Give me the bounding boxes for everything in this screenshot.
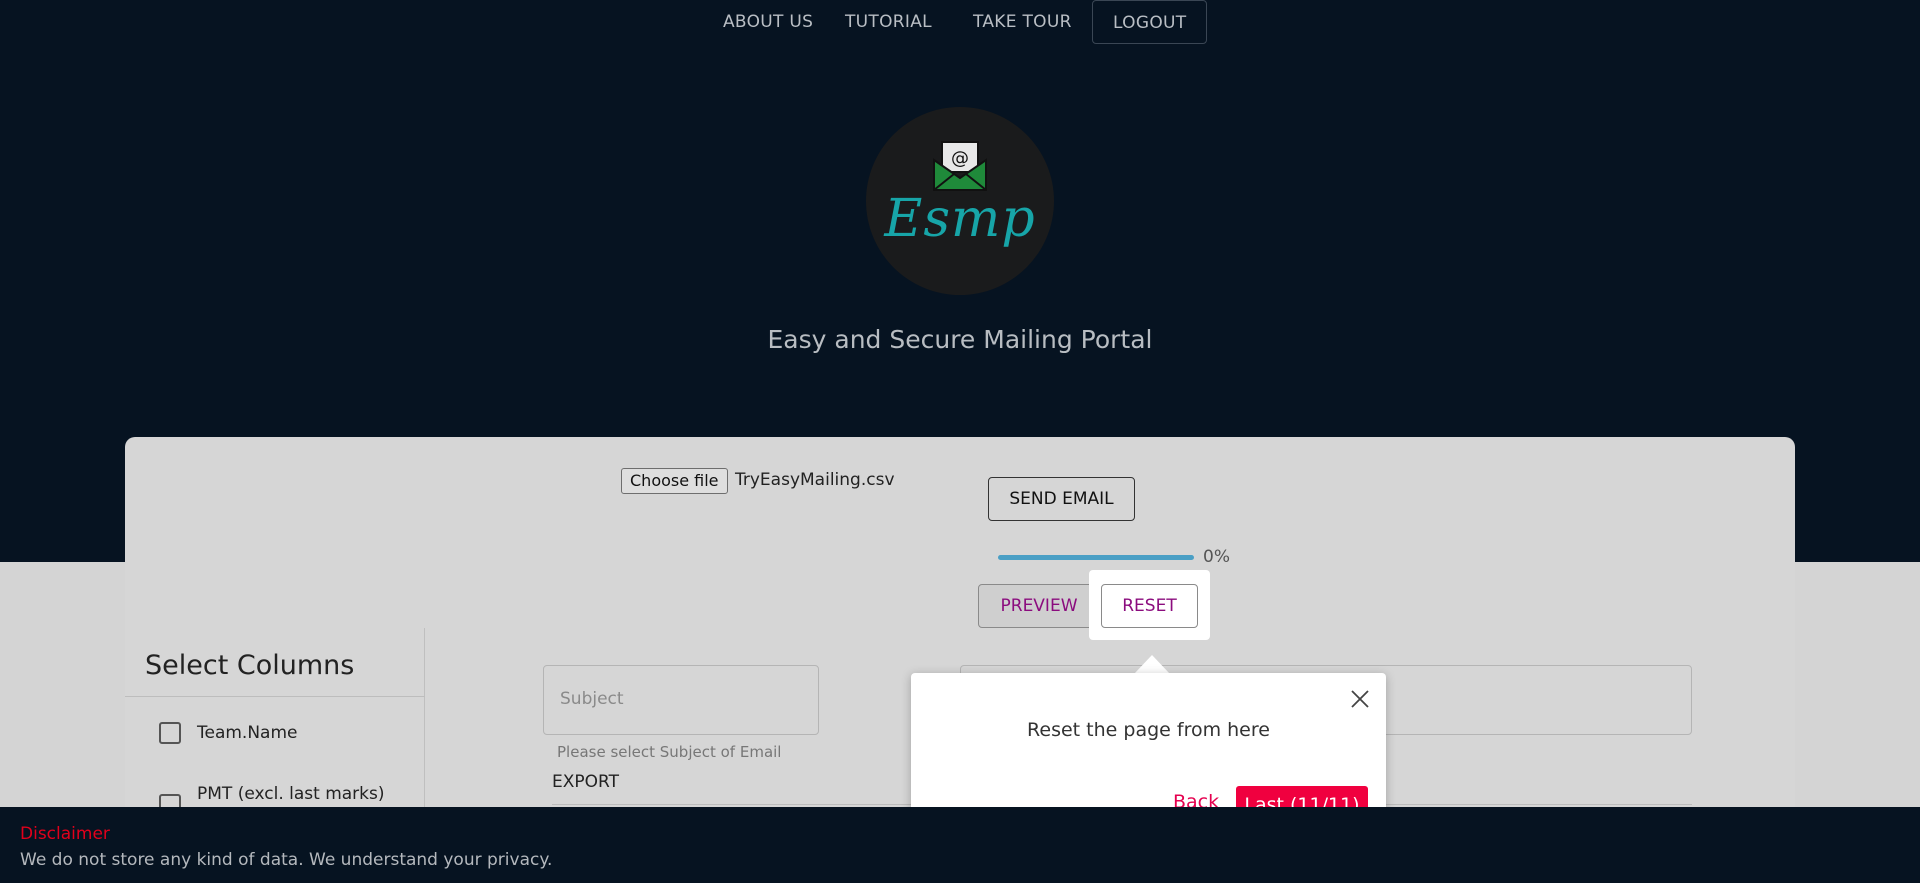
nav-take-tour[interactable]: TAKE TOUR: [973, 0, 1072, 44]
send-email-button[interactable]: SEND EMAIL: [988, 477, 1135, 521]
svg-text:@: @: [951, 148, 969, 169]
choose-file-button[interactable]: Choose file: [621, 468, 728, 494]
disclaimer-footer: Disclaimer We do not store any kind of d…: [0, 807, 1920, 883]
disclaimer-text: We do not store any kind of data. We und…: [20, 850, 553, 870]
top-nav: ABOUT US TUTORIAL TAKE TOUR LOGOUT: [0, 0, 1920, 44]
select-columns-title: Select Columns: [145, 650, 355, 681]
column-label: Team.Name: [197, 723, 298, 743]
tagline: Easy and Secure Mailing Portal: [767, 325, 1153, 354]
progress-bar: [998, 555, 1194, 560]
nav-tutorial[interactable]: TUTORIAL: [845, 0, 932, 44]
close-icon[interactable]: [1348, 687, 1372, 711]
tour-popover-arrow: [1134, 655, 1170, 674]
logo-text: Esmp: [884, 189, 1036, 249]
file-name: TryEasyMailing.csv: [735, 470, 895, 490]
nav-about-us[interactable]: ABOUT US: [723, 0, 813, 44]
logo: @ Esmp: [866, 107, 1054, 295]
subject-helper-text: Please select Subject of Email: [557, 743, 782, 761]
disclaimer-title: Disclaimer: [20, 824, 110, 844]
preview-button[interactable]: PREVIEW: [978, 584, 1100, 628]
reset-button[interactable]: RESET: [1101, 584, 1198, 628]
subject-select[interactable]: Subject: [543, 665, 819, 735]
column-checkbox[interactable]: [159, 722, 181, 744]
progress-label: 0%: [1203, 547, 1230, 567]
tour-message: Reset the page from here: [1027, 719, 1270, 741]
nav-logout-button[interactable]: LOGOUT: [1092, 0, 1208, 44]
column-label: PMT (excl. last marks): [197, 784, 385, 804]
export-label: EXPORT: [552, 772, 619, 792]
envelope-at-icon: @: [933, 141, 987, 191]
divider: [125, 696, 425, 697]
subject-placeholder: Subject: [560, 689, 624, 709]
